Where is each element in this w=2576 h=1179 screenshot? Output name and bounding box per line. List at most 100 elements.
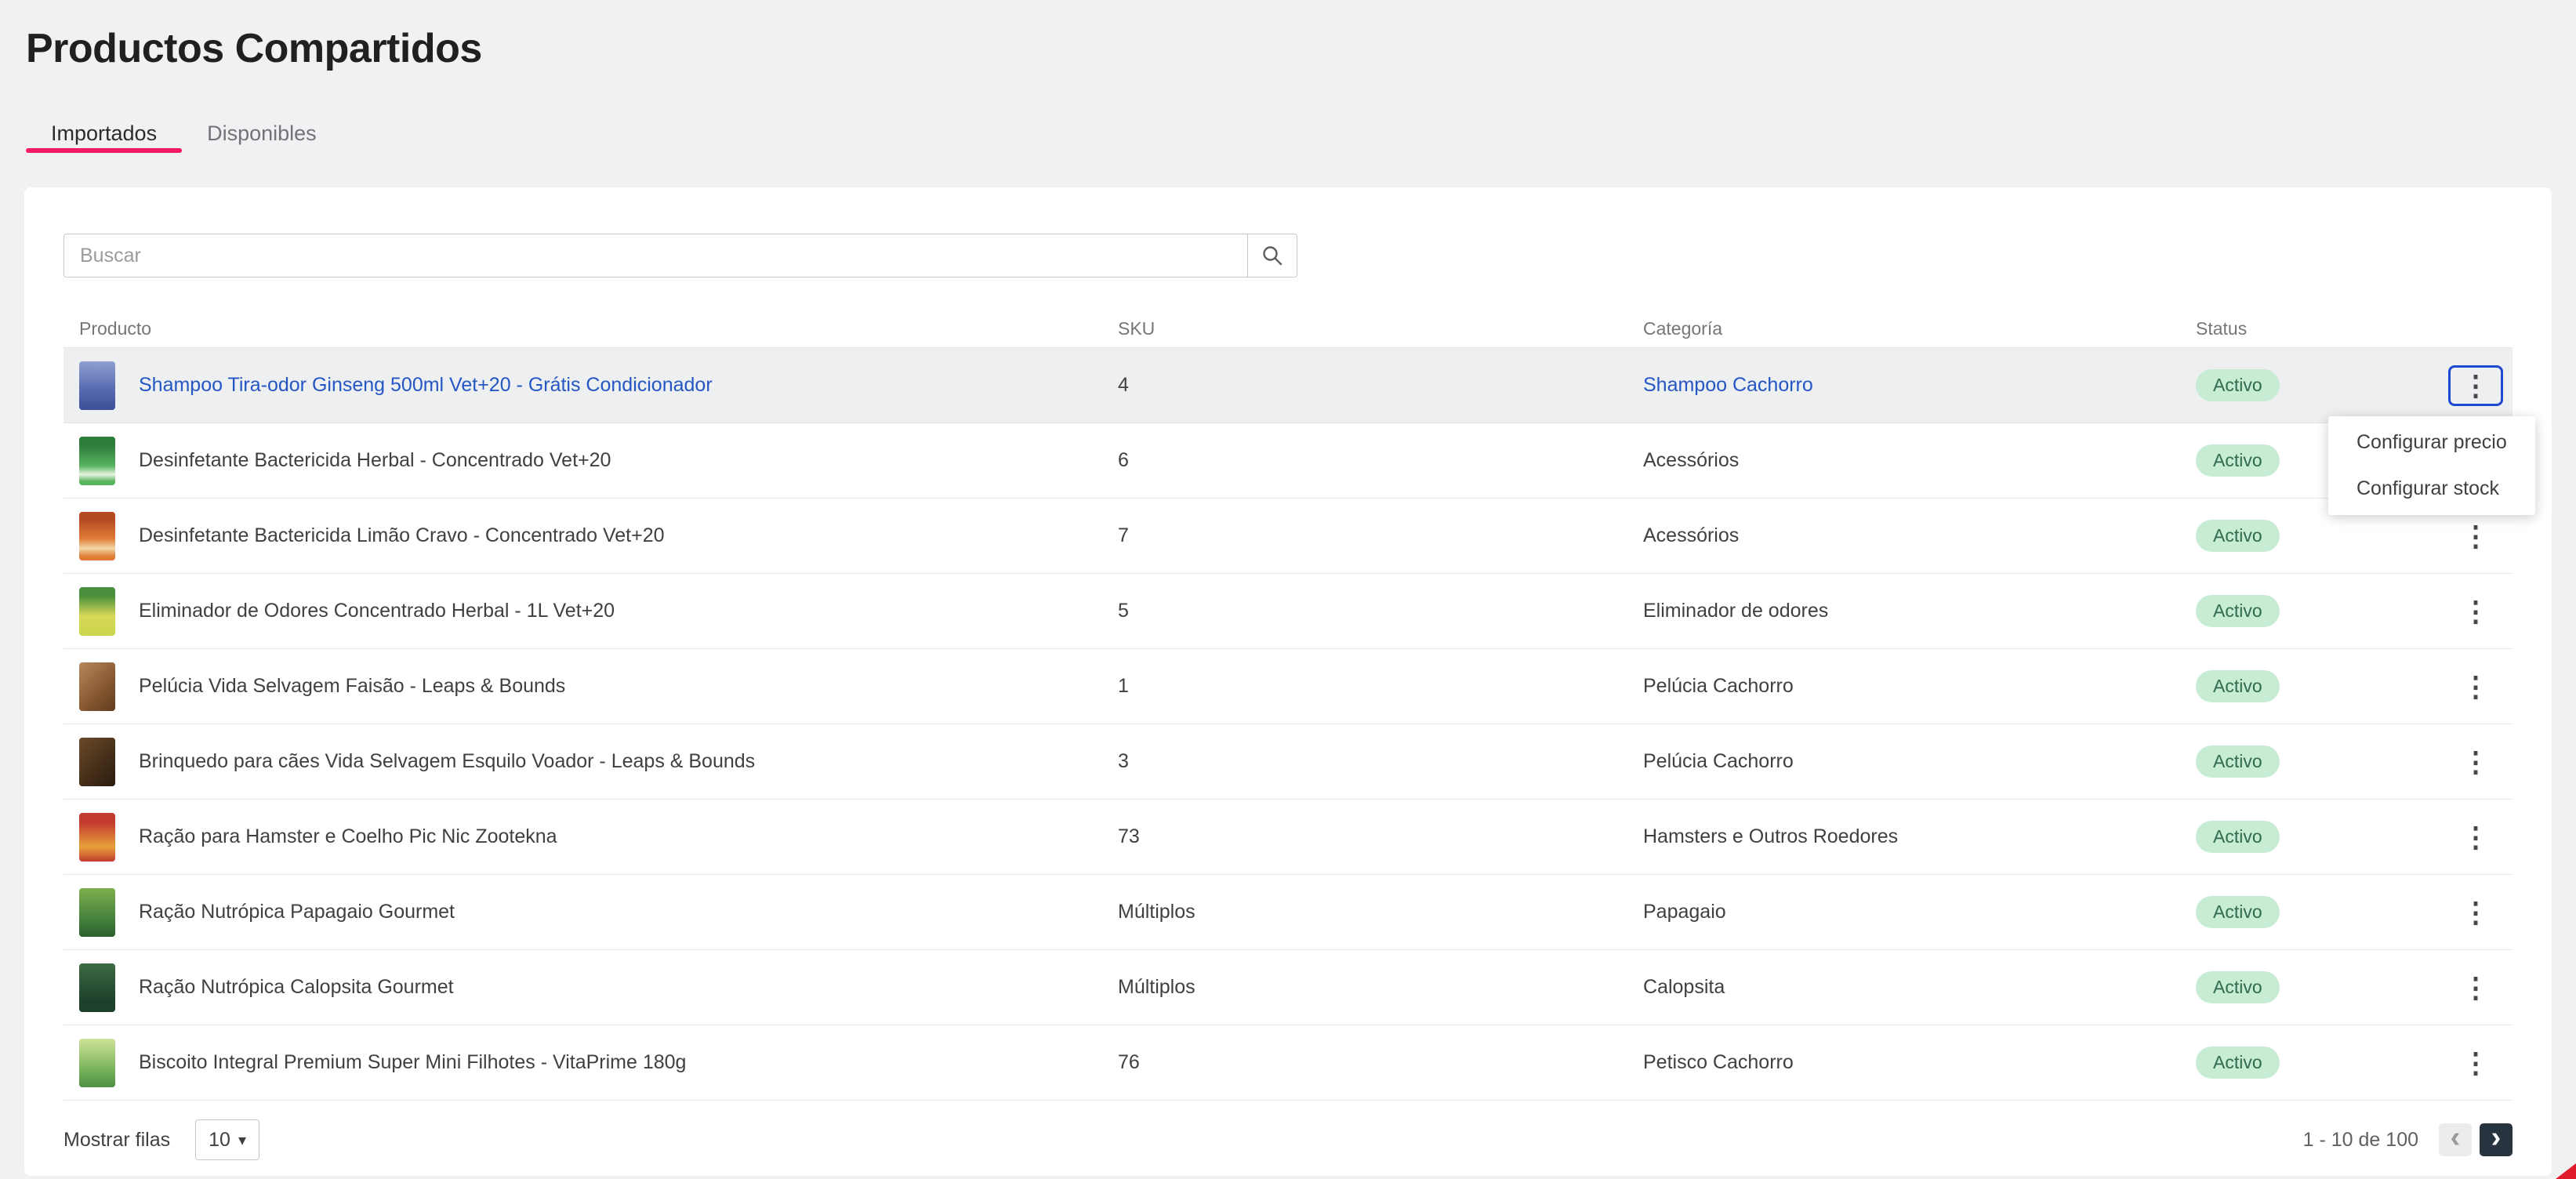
kebab-icon: ⋮ — [2462, 522, 2490, 550]
table-row[interactable]: Brinquedo para cães Vida Selvagem Esquil… — [63, 724, 2513, 800]
search-button[interactable] — [1247, 234, 1297, 278]
menu-item-configurar-stock[interactable]: Configurar stock — [2328, 466, 2535, 512]
product-cell: Desinfetante Bactericida Herbal - Concen… — [63, 437, 1118, 485]
product-thumbnail — [79, 512, 115, 560]
tab-disponibles[interactable]: Disponibles — [182, 114, 342, 153]
menu-item-configurar-precio[interactable]: Configurar precio — [2328, 419, 2535, 466]
status-badge: Activo — [2196, 745, 2280, 778]
tab-importados[interactable]: Importados — [26, 114, 182, 153]
rows-per-page-control: Mostrar filas 10 ▾ — [63, 1119, 259, 1160]
row-actions-button[interactable]: ⋮ — [2448, 1043, 2503, 1083]
actions-cell: ⋮ — [2439, 1043, 2513, 1083]
pager-buttons: ‹ › — [2439, 1123, 2513, 1156]
next-page-button[interactable]: › — [2480, 1123, 2513, 1156]
table-row[interactable]: Pelúcia Vida Selvagem Faisão - Leaps & B… — [63, 649, 2513, 724]
product-category: Pelúcia Cachorro — [1643, 675, 2180, 698]
product-name[interactable]: Pelúcia Vida Selvagem Faisão - Leaps & B… — [139, 675, 565, 698]
row-actions-button[interactable]: ⋮ — [2448, 742, 2503, 782]
product-name[interactable]: Desinfetante Bactericida Limão Cravo - C… — [139, 524, 665, 547]
product-category: Papagaio — [1643, 901, 2180, 923]
row-actions-button[interactable]: ⋮ — [2448, 817, 2503, 858]
products-card: Producto SKU Categoría Status Shampoo Ti… — [24, 187, 2552, 1176]
rows-per-page-select[interactable]: 10 ▾ — [195, 1119, 259, 1160]
product-thumbnail — [79, 738, 115, 786]
product-category: Acessórios — [1643, 524, 2180, 547]
table-row[interactable]: Ração para Hamster e Coelho Pic Nic Zoot… — [63, 800, 2513, 875]
product-sku: Múltiplos — [1118, 901, 1643, 923]
product-category: Calopsita — [1643, 976, 2180, 999]
actions-cell: ⋮ — [2439, 817, 2513, 858]
header-status: Status — [2180, 318, 2439, 339]
product-cell: Ração para Hamster e Coelho Pic Nic Zoot… — [63, 813, 1118, 862]
status-badge: Activo — [2196, 520, 2280, 552]
table-row[interactable]: Ração Nutrópica Calopsita Gourmet Múltip… — [63, 950, 2513, 1025]
status-badge: Activo — [2196, 670, 2280, 702]
search-icon — [1261, 245, 1283, 267]
product-name[interactable]: Biscoito Integral Premium Super Mini Fil… — [139, 1051, 686, 1074]
table-footer: Mostrar filas 10 ▾ 1 - 10 de 100 ‹ › — [63, 1119, 2513, 1160]
product-thumbnail — [79, 662, 115, 711]
page-title: Productos Compartidos — [26, 24, 2550, 73]
kebab-icon: ⋮ — [2462, 372, 2490, 400]
kebab-icon: ⋮ — [2462, 748, 2490, 776]
product-sku: 4 — [1118, 374, 1643, 397]
product-cell: Pelúcia Vida Selvagem Faisão - Leaps & B… — [63, 662, 1118, 711]
table-row[interactable]: Ração Nutrópica Papagaio Gourmet Múltipl… — [63, 875, 2513, 950]
row-actions-button[interactable]: ⋮ — [2448, 967, 2503, 1008]
product-name[interactable]: Ração Nutrópica Papagaio Gourmet — [139, 901, 455, 923]
product-name[interactable]: Shampoo Tira-odor Ginseng 500ml Vet+20 -… — [139, 374, 713, 397]
status-badge: Activo — [2196, 971, 2280, 1003]
product-name[interactable]: Ração para Hamster e Coelho Pic Nic Zoot… — [139, 825, 557, 848]
table-row[interactable]: Shampoo Tira-odor Ginseng 500ml Vet+20 -… — [63, 348, 2513, 423]
status-cell: Activo — [2180, 520, 2439, 552]
status-badge: Activo — [2196, 1047, 2280, 1079]
row-actions-button[interactable]: ⋮ — [2448, 591, 2503, 632]
status-badge: Activo — [2196, 369, 2280, 401]
status-cell: Activo — [2180, 369, 2439, 401]
product-cell: Biscoito Integral Premium Super Mini Fil… — [63, 1039, 1118, 1087]
tab-bar: Importados Disponibles — [26, 114, 2550, 153]
product-name[interactable]: Eliminador de Odores Concentrado Herbal … — [139, 600, 615, 622]
status-badge: Activo — [2196, 595, 2280, 627]
table-row[interactable]: Eliminador de Odores Concentrado Herbal … — [63, 574, 2513, 649]
product-category: Pelúcia Cachorro — [1643, 750, 2180, 773]
row-actions-button[interactable]: ⋮ — [2448, 666, 2503, 707]
table-row[interactable]: Desinfetante Bactericida Limão Cravo - C… — [63, 499, 2513, 574]
product-name[interactable]: Desinfetante Bactericida Herbal - Concen… — [139, 449, 611, 472]
header-product: Producto — [63, 318, 1118, 339]
search-bar — [63, 187, 2513, 278]
row-actions-button[interactable]: ⋮ — [2448, 365, 2503, 406]
chevron-left-icon: ‹ — [2451, 1123, 2461, 1152]
previous-page-button[interactable]: ‹ — [2439, 1123, 2472, 1156]
product-name[interactable]: Ração Nutrópica Calopsita Gourmet — [139, 976, 454, 999]
kebab-icon: ⋮ — [2462, 898, 2490, 927]
status-cell: Activo — [2180, 821, 2439, 853]
row-actions-button[interactable]: ⋮ — [2448, 516, 2503, 557]
pagination-range: 1 - 10 de 100 — [2303, 1129, 2418, 1152]
table-row[interactable]: Biscoito Integral Premium Super Mini Fil… — [63, 1025, 2513, 1101]
product-thumbnail — [79, 1039, 115, 1087]
kebab-icon: ⋮ — [2462, 597, 2490, 626]
table-row[interactable]: Desinfetante Bactericida Herbal - Concen… — [63, 423, 2513, 499]
caret-down-icon: ▾ — [238, 1130, 246, 1150]
product-name[interactable]: Brinquedo para cães Vida Selvagem Esquil… — [139, 750, 755, 773]
product-thumbnail — [79, 361, 115, 410]
product-cell: Eliminador de Odores Concentrado Herbal … — [63, 587, 1118, 636]
actions-cell: ⋮ — [2439, 892, 2513, 933]
product-category: Hamsters e Outros Roedores — [1643, 825, 2180, 848]
row-actions-menu: Configurar precio Configurar stock — [2328, 416, 2535, 515]
product-sku: 7 — [1118, 524, 1643, 547]
product-thumbnail — [79, 587, 115, 636]
product-sku: 73 — [1118, 825, 1643, 848]
search-input[interactable] — [63, 234, 1248, 278]
kebab-icon: ⋮ — [2462, 1049, 2490, 1077]
product-sku: 3 — [1118, 750, 1643, 773]
product-category: Petisco Cachorro — [1643, 1051, 2180, 1074]
page-header: Productos Compartidos Importados Disponi… — [0, 0, 2576, 153]
kebab-icon: ⋮ — [2462, 823, 2490, 851]
product-cell: Brinquedo para cães Vida Selvagem Esquil… — [63, 738, 1118, 786]
actions-cell: ⋮ — [2439, 742, 2513, 782]
row-actions-button[interactable]: ⋮ — [2448, 892, 2503, 933]
pagination-controls: 1 - 10 de 100 ‹ › — [2303, 1123, 2513, 1156]
actions-cell: ⋮ — [2439, 967, 2513, 1008]
